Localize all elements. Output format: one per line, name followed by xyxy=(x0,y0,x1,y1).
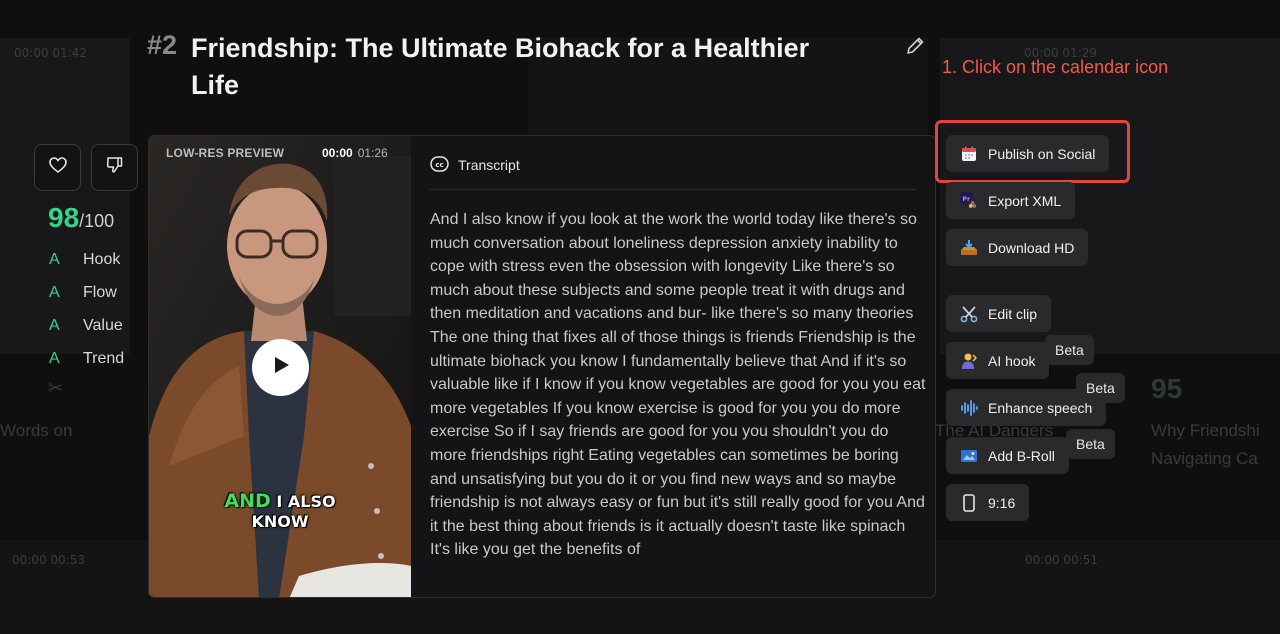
background-clip-thumb xyxy=(1200,38,1280,354)
ai-hook-person-icon xyxy=(960,352,978,370)
instruction-annotation: 1. Click on the calendar icon xyxy=(942,57,1169,77)
clip-title: Friendship: The Ultimate Biohack for a H… xyxy=(191,33,810,100)
aspect-ratio-button[interactable]: 9:16 xyxy=(946,484,1030,521)
ai-hook-label: AI hook xyxy=(988,352,1036,369)
download-tray-icon xyxy=(960,239,978,257)
transcript-heading: Transcript xyxy=(458,157,520,173)
premiere-pro-icon: Pr xyxy=(960,191,978,210)
enhance-speech-label: Enhance speech xyxy=(988,399,1093,416)
background-clip-title: Words on xyxy=(0,421,73,440)
grade-flow: A Flow xyxy=(49,284,139,302)
edit-title-pencil-icon[interactable] xyxy=(904,35,926,57)
add-b-roll-button[interactable]: Add B-Roll xyxy=(946,437,1069,474)
grade-letter: A xyxy=(49,251,60,268)
video-caption-line: KNOW xyxy=(251,512,309,531)
beta-badge: Beta xyxy=(1045,335,1094,365)
duration: 01:26 xyxy=(357,146,388,160)
thumbs-down-icon xyxy=(105,155,125,180)
closed-captions-icon: cc xyxy=(430,155,449,175)
publish-on-social-button[interactable]: Publish on Social xyxy=(946,135,1110,172)
transcript-header: cc Transcript xyxy=(430,155,915,175)
background-clip-title: Navigating Ca xyxy=(1151,449,1258,468)
grade-letter: A xyxy=(49,317,60,334)
grade-label: Value xyxy=(83,317,123,334)
grade-trend: A Trend xyxy=(49,350,139,368)
heart-icon xyxy=(48,155,68,180)
like-button[interactable] xyxy=(34,144,81,191)
score-max: /100 xyxy=(79,211,115,231)
video-preview[interactable]: LOW-RES PREVIEW 00:00 01:26 AND I ALSO KN… xyxy=(149,136,411,597)
beta-badge: Beta xyxy=(1066,429,1115,459)
grade-letter: A xyxy=(49,284,60,301)
video-timecode: 00:00 01:26 xyxy=(322,146,388,160)
export-xml-button[interactable]: Pr Export XML xyxy=(946,182,1076,219)
play-button[interactable] xyxy=(252,339,309,396)
beta-badge: Beta xyxy=(1076,373,1125,403)
edit-clip-button[interactable]: Edit clip xyxy=(946,295,1052,332)
caption-text: I ALSO xyxy=(270,492,336,511)
sound-wave-icon xyxy=(960,399,978,417)
background-clip-thumb xyxy=(0,38,130,354)
transcript-panel: cc Transcript And I also know if you loo… xyxy=(411,136,935,597)
background-clip-time: 00:00 00:53 xyxy=(12,553,85,567)
film-image-icon xyxy=(960,447,978,465)
background-clip-time: 00:00 01:42 xyxy=(14,46,87,60)
edit-clip-label: Edit clip xyxy=(988,305,1038,322)
grade-value: A Value xyxy=(49,317,139,335)
phone-portrait-icon xyxy=(960,493,978,512)
scissors-icon xyxy=(960,305,978,323)
grade-label: Hook xyxy=(83,251,121,268)
grade-label: Flow xyxy=(83,284,117,301)
score-value: 98 xyxy=(48,202,80,233)
clip-card: LOW-RES PREVIEW 00:00 01:26 AND I ALSO KN… xyxy=(148,135,936,598)
play-icon xyxy=(270,354,292,381)
background-clip-time: 00:00 00:51 xyxy=(1025,553,1098,567)
current-time: 00:00 xyxy=(322,146,353,160)
clip-rank: #2 xyxy=(147,30,178,60)
divider xyxy=(430,189,916,190)
grade-letter: A xyxy=(49,350,60,367)
calendar-icon xyxy=(960,145,978,163)
preview-label: LOW-RES PREVIEW xyxy=(166,146,285,160)
download-hd-label: Download HD xyxy=(988,239,1075,256)
virality-score: 98/100 xyxy=(48,202,114,234)
aspect-ratio-label: 9:16 xyxy=(988,494,1016,511)
transcript-text: And I also know if you look at the work … xyxy=(430,211,926,559)
grade-hook: A Hook xyxy=(49,251,139,269)
add-b-roll-label: Add B-Roll xyxy=(988,447,1055,464)
video-caption-line: AND I ALSO xyxy=(149,491,411,512)
publish-label: Publish on Social xyxy=(988,145,1096,162)
grade-label: Trend xyxy=(83,350,125,367)
download-hd-button[interactable]: Download HD xyxy=(946,229,1089,266)
svg-text:cc: cc xyxy=(435,161,443,169)
background-scissors-icon: ✂ xyxy=(48,378,64,398)
export-xml-label: Export XML xyxy=(988,192,1062,209)
background-clip-score: 95 xyxy=(1151,373,1183,404)
caption-highlight-word: AND xyxy=(224,490,271,512)
ai-hook-button[interactable]: AI hook xyxy=(946,342,1050,379)
background-clip-title: Why Friendshi xyxy=(1151,421,1260,440)
dislike-button[interactable] xyxy=(91,144,138,191)
